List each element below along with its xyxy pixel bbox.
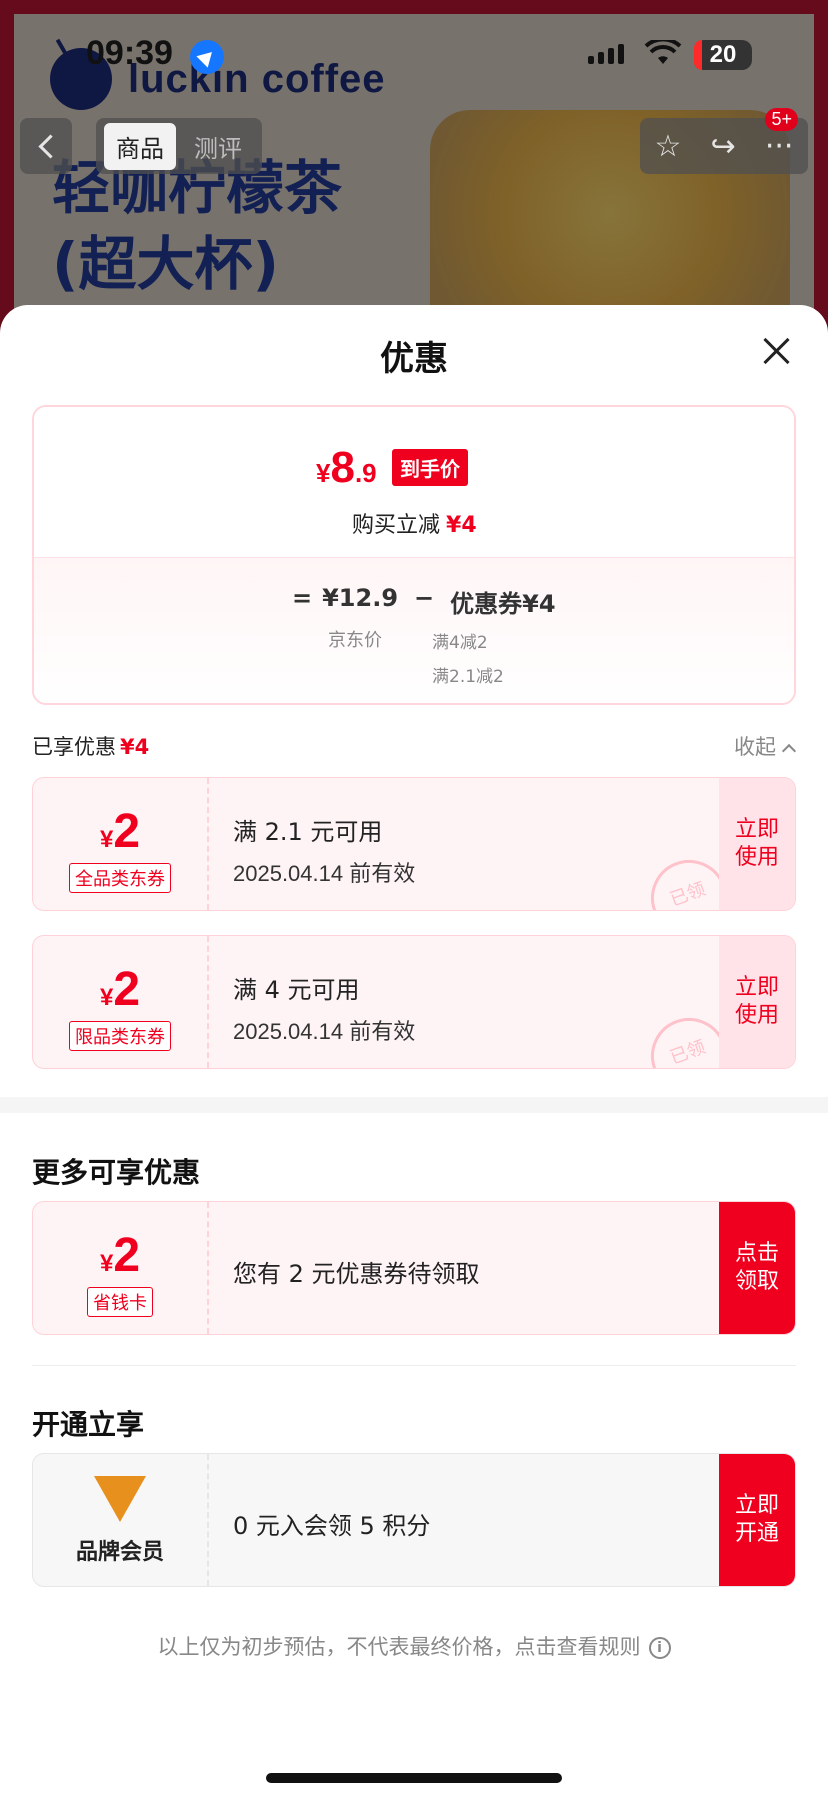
product-navbar: 商品 测评 ☆ ↪ ··· 5+ <box>0 108 828 174</box>
coupon-rule-2: 满2.1减2 <box>432 667 504 687</box>
tab-product[interactable]: 商品 <box>104 122 176 170</box>
coupon-total: 优惠券¥4 <box>450 590 556 618</box>
product-tabs: 商品 测评 <box>96 118 262 174</box>
cellular-signal-icon <box>588 44 624 64</box>
jd-price: ¥12.9 <box>322 584 399 612</box>
savings-card-coupon: ¥2 省钱卡 您有 2 元优惠券待领取 点击领取 <box>32 1201 796 1335</box>
coupon-validity: 2025.04.14 前有效 <box>233 861 416 886</box>
coupon-condition: 满 2.1 元可用 <box>233 818 383 846</box>
discount-sheet: 优惠 ¥8.9 到手价 购买立减 ¥4 = ¥12.9 − 优惠券¥4 京东价 满… <box>0 305 828 1795</box>
close-icon[interactable] <box>762 337 790 365</box>
info-icon[interactable]: i <box>648 1637 671 1659</box>
home-indicator <box>266 1773 562 1783</box>
coupon-amount: ¥2 <box>99 1229 141 1282</box>
more-discounts-title: 更多可享优惠 <box>32 1156 201 1189</box>
status-time: 09:39 <box>86 34 173 72</box>
coupon-condition: 满 4 元可用 <box>233 976 360 1004</box>
member-benefit: 0 元入会领 5 积分 <box>233 1512 431 1540</box>
open-membership-title: 开通立享 <box>32 1408 145 1441</box>
join-now-button[interactable]: 立即开通 <box>719 1454 795 1586</box>
member-name: 品牌会员 <box>75 1540 164 1565</box>
battery-indicator: 20 <box>694 40 752 70</box>
instant-discount: 购买立减 ¥4 <box>352 513 477 538</box>
share-icon[interactable]: ↪ <box>711 129 736 164</box>
final-price-tag: 到手价 <box>392 449 468 486</box>
nav-actions: ☆ ↪ ··· 5+ <box>640 108 808 174</box>
coupon-validity: 2025.04.14 前有效 <box>233 1019 416 1044</box>
favorite-star-icon[interactable]: ☆ <box>655 129 682 164</box>
coupon-description: 您有 2 元优惠券待领取 <box>233 1260 480 1288</box>
divider <box>32 1365 796 1366</box>
use-now-button[interactable]: 立即使用 <box>719 936 795 1068</box>
rules-footnote[interactable]: 以上仅为初步预估，不代表最终价格，点击查看规则 i <box>0 1631 828 1661</box>
claim-button[interactable]: 点击领取 <box>719 1202 795 1334</box>
coupon-type: 全品类东券 <box>69 863 171 893</box>
price-formula: = ¥12.9 − 优惠券¥4 <box>292 584 556 618</box>
more-icon[interactable]: ··· <box>765 129 794 164</box>
brand-member-card: 品牌会员 0 元入会领 5 积分 立即开通 <box>32 1453 796 1587</box>
location-arrow-icon <box>190 40 224 74</box>
collapse-toggle[interactable]: 收起 <box>734 731 797 761</box>
coupon-card: ¥2 全品类东券 满 2.1 元可用 2025.04.14 前有效 已领 立即使… <box>32 777 796 911</box>
back-button[interactable] <box>20 118 72 174</box>
section-separator <box>0 1097 828 1113</box>
coupon-amount: ¥2 <box>99 805 141 858</box>
tab-review[interactable]: 测评 <box>182 123 254 170</box>
use-now-button[interactable]: 立即使用 <box>719 778 795 910</box>
message-badge: 5+ <box>765 108 798 131</box>
coupon-type: 省钱卡 <box>87 1287 153 1317</box>
coupon-type: 限品类东券 <box>69 1021 171 1051</box>
wifi-icon <box>644 40 682 64</box>
chevron-up-icon <box>781 743 797 759</box>
enjoyed-discount: 已享优惠 ¥4 <box>32 735 150 759</box>
final-price: ¥8.9 <box>316 443 377 492</box>
coupon-rule-1: 满4减2 <box>432 633 488 653</box>
coupon-card: ¥2 限品类东券 满 4 元可用 2025.04.14 前有效 已领 立即使用 <box>32 935 796 1069</box>
jd-price-label: 京东价 <box>328 630 382 651</box>
status-bar: 09:39 20 <box>0 0 828 110</box>
sheet-title: 优惠 <box>380 339 448 379</box>
coupon-amount: ¥2 <box>99 963 141 1016</box>
price-summary-card: ¥8.9 到手价 购买立减 ¥4 = ¥12.9 − 优惠券¥4 京东价 满4减2… <box>32 405 796 705</box>
brand-v-logo-icon <box>94 1476 146 1524</box>
